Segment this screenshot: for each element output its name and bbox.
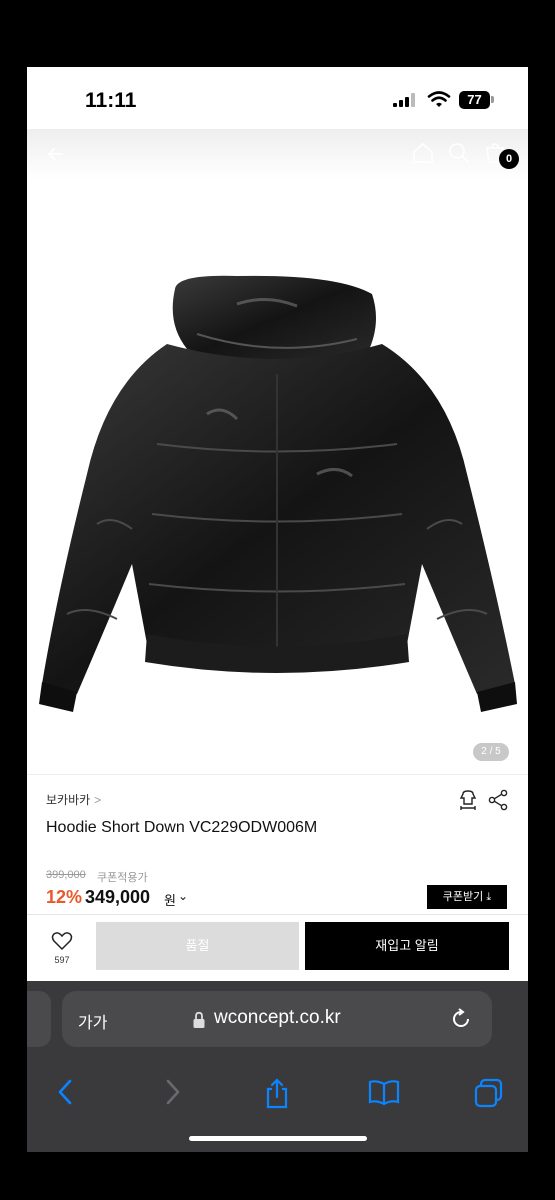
cellular-signal-icon <box>393 93 415 107</box>
battery-icon: 77 <box>459 91 490 109</box>
coupon-price-label: 쿠폰적용가 <box>97 872 148 884</box>
phone-screen: 11:11 77 0 2 / 5 보카바카 > Hoodie Short Dow… <box>27 67 528 1152</box>
product-image-jacket <box>39 275 517 712</box>
back-arrow-icon[interactable] <box>43 141 69 167</box>
chevron-right-icon: > <box>94 793 102 807</box>
restock-alert-button[interactable]: 재입고 알림 <box>305 922 509 970</box>
url-text: wconcept.co.kr <box>214 1007 341 1028</box>
share-sheet-icon[interactable] <box>263 1078 291 1110</box>
divider <box>27 774 528 775</box>
price-detail-chevron-icon[interactable]: ⌄ <box>178 889 188 903</box>
original-price: 399,000 <box>46 869 86 881</box>
text-size-button[interactable]: 가가 <box>78 1009 107 1033</box>
home-indicator[interactable] <box>189 1136 367 1141</box>
forward-icon[interactable] <box>163 1078 183 1106</box>
product-name: Hoodie Short Down VC229ODW006M <box>46 819 318 836</box>
brand-link[interactable]: 보카바카 > <box>46 791 101 808</box>
get-coupon-button[interactable]: 쿠폰받기 ⤓ <box>427 885 507 909</box>
share-icon[interactable] <box>487 789 509 811</box>
like-count: 597 <box>54 955 70 965</box>
gallery-pager: 2 / 5 <box>473 743 509 761</box>
discount-rate: 12% <box>46 887 83 907</box>
back-icon[interactable] <box>55 1078 75 1106</box>
battery-tip <box>491 96 494 103</box>
purchase-action-bar: 597 품절 재입고 알림 <box>27 915 528 981</box>
bookmarks-icon[interactable] <box>367 1078 401 1106</box>
browser-toolbar: 가가 wconcept.co.kr <box>27 981 528 1152</box>
home-icon[interactable] <box>411 141 435 165</box>
cart-count-badge: 0 <box>499 149 519 169</box>
search-icon[interactable] <box>447 141 471 165</box>
wifi-icon <box>427 91 451 107</box>
lock-icon <box>193 1011 205 1028</box>
sale-price: 349,000 <box>85 887 151 907</box>
status-bar: 11:11 77 <box>27 67 528 129</box>
tabs-icon[interactable] <box>473 1078 505 1108</box>
size-chart-icon[interactable] <box>457 789 479 811</box>
sold-out-button[interactable]: 품절 <box>96 922 299 970</box>
brand-name: 보카바카 <box>46 793 91 807</box>
heart-icon <box>51 932 73 951</box>
address-bar[interactable]: 가가 wconcept.co.kr <box>62 991 492 1047</box>
reload-icon[interactable] <box>450 1007 472 1031</box>
currency-unit: 원 <box>164 893 176 908</box>
status-time: 11:11 <box>85 89 137 112</box>
previous-tab-preview[interactable] <box>27 991 51 1047</box>
product-gallery[interactable]: 0 2 / 5 <box>27 129 528 774</box>
